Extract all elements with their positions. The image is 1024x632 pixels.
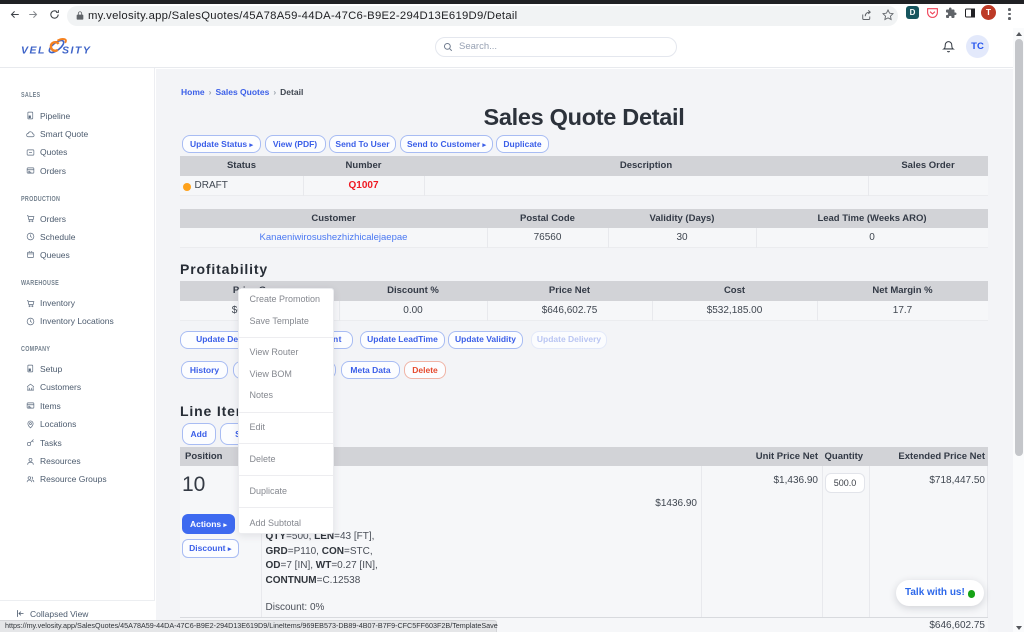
svg-text:SITY: SITY (62, 45, 91, 57)
svg-text:VEL: VEL (21, 45, 46, 57)
